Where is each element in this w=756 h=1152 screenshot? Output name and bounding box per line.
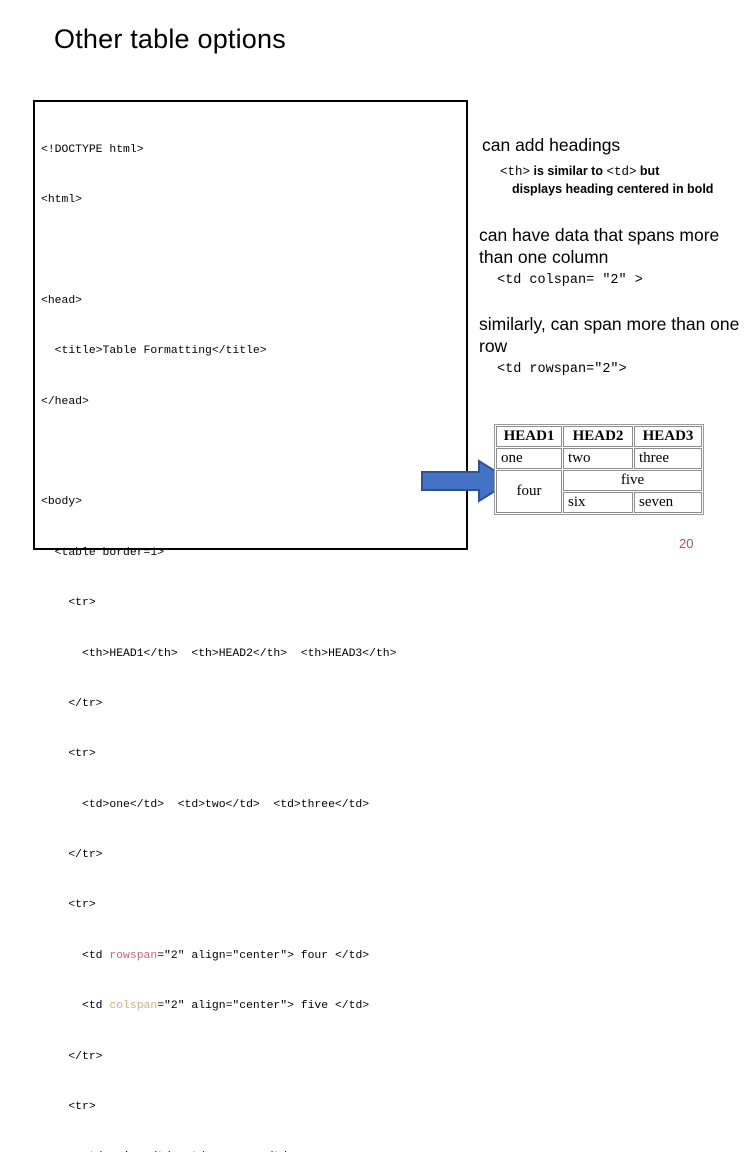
code-line: </tr>	[41, 697, 103, 710]
annotation-heading-rowspan: similarly, can span more than one row	[479, 314, 740, 356]
annotation-text: is similar to	[530, 164, 607, 178]
annotation-sub-headings: <th> is similar to <td> but displays hea…	[500, 163, 750, 198]
td-tag-text: <td>	[606, 165, 637, 179]
table-cell-rowspan: four	[496, 470, 562, 513]
page-number: 20	[679, 536, 694, 551]
code-text: ="2" align="center"> five </td>	[157, 1000, 370, 1013]
code-line: </head>	[41, 395, 89, 408]
table-row: four five	[496, 470, 702, 513]
annotation-text-line2: displays heading centered in bold	[512, 182, 714, 196]
code-line: <tr>	[41, 899, 96, 912]
keyword-rowspan: rowspan	[109, 949, 158, 962]
table-row: one two three	[496, 448, 702, 469]
code-text: ="2" align="center"> four </td>	[157, 949, 370, 962]
code-text: <td	[41, 949, 110, 962]
code-line: <!DOCTYPE html>	[41, 143, 144, 156]
code-listing: <!DOCTYPE html> <html> <head> <title>Tab…	[41, 108, 396, 1152]
table-header-cell: HEAD3	[634, 426, 702, 447]
keyword-colspan: colspan	[109, 1000, 158, 1013]
annotation-code-rowspan: <td rowspan="2">	[497, 362, 627, 377]
page-title: Other table options	[54, 24, 286, 54]
code-line: <tr>	[41, 1101, 96, 1114]
th-tag-text: <th>	[500, 165, 531, 179]
code-line: <th>HEAD1</th> <th>HEAD2</th> <th>HEAD3<…	[41, 647, 397, 660]
code-line: </tr>	[41, 1050, 103, 1063]
table-cell-colspan: five	[563, 470, 702, 491]
annotation-heading-colspan: can have data that spans more than one c…	[479, 225, 720, 267]
rendered-table-preview: HEAD1 HEAD2 HEAD3 one two three four fiv…	[494, 424, 704, 515]
table-cell: six	[563, 492, 633, 513]
table-cell: seven	[634, 492, 702, 513]
table-cell: one	[496, 448, 562, 469]
code-line: <tr>	[41, 597, 96, 610]
code-line: <body>	[41, 496, 83, 509]
preview-table: HEAD1 HEAD2 HEAD3 one two three four fiv…	[494, 424, 704, 515]
code-line: <td>one</td> <td>two</td> <td>three</td>	[41, 798, 370, 811]
code-line-rowspan: <td rowspan="2" align="center"> four </t…	[41, 948, 396, 965]
table-row: HEAD1 HEAD2 HEAD3	[496, 426, 702, 447]
code-line: <table border=1>	[41, 546, 165, 559]
table-cell: two	[563, 448, 633, 469]
code-listing-box: <!DOCTYPE html> <html> <head> <title>Tab…	[33, 100, 468, 1152]
annotation-code-colspan: <td colspan= "2" >	[497, 273, 643, 288]
table-header-cell: HEAD2	[563, 426, 633, 447]
code-line-colspan: <td colspan="2" align="center"> five </t…	[41, 998, 396, 1015]
code-line: <title>Table Formatting</title>	[41, 345, 267, 358]
code-line: <tr>	[41, 748, 96, 761]
code-line: <head>	[41, 294, 83, 307]
code-line: <td> six </td> <td> seven </td>	[41, 1149, 396, 1152]
code-text: <td	[41, 1000, 110, 1013]
code-line: <html>	[41, 193, 83, 206]
table-cell: three	[634, 448, 702, 469]
annotation-heading-headings: can add headings	[482, 135, 621, 155]
code-line: </tr>	[41, 849, 103, 862]
annotation-text: but	[636, 164, 660, 178]
table-header-cell: HEAD1	[496, 426, 562, 447]
